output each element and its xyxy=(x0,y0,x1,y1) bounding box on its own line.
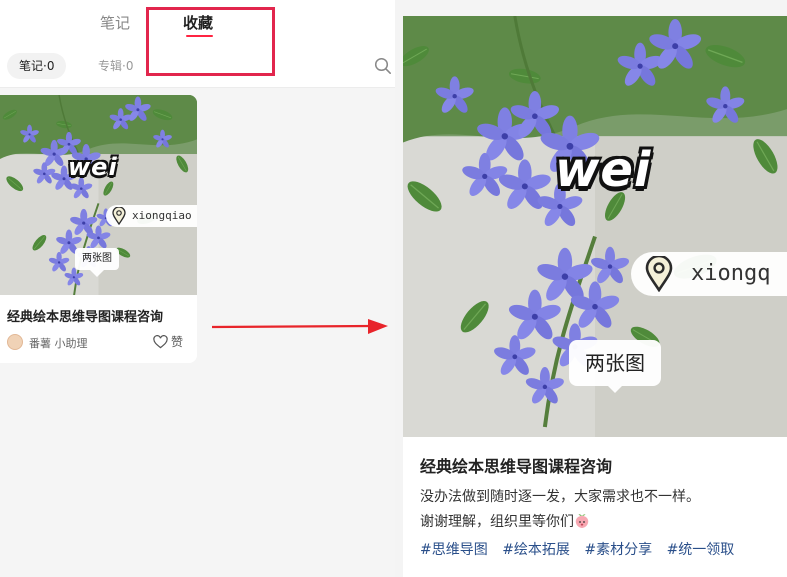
hashtag-list: #思维导图 #绘本拓展 #素材分享 #统一领取 xyxy=(420,539,787,559)
card-title[interactable]: 经典绘本思维导图课程咨询 xyxy=(7,306,163,325)
image-count-badge: 两张图 xyxy=(569,340,661,393)
like-button[interactable]: 赞 xyxy=(153,333,183,349)
avatar[interactable] xyxy=(7,334,23,350)
subtab-albums[interactable]: 专辑·0 xyxy=(98,53,133,79)
detail-title: 经典绘本思维导图课程咨询 xyxy=(420,457,613,476)
hashtag-link[interactable]: #统一领取 xyxy=(667,542,735,558)
heart-icon xyxy=(153,334,168,348)
description-line: 没办法做到随时逐一发，大家需求也不一样。 xyxy=(420,489,700,505)
like-label: 赞 xyxy=(171,335,184,349)
cover-overlay-text: wei xyxy=(68,153,118,181)
note-card[interactable]: wei xiongqiao 两张图 经典绘本思维导图课程咨询 番薯 小助理 赞 xyxy=(0,95,197,363)
hashtag-link[interactable]: #绘本拓展 xyxy=(502,542,570,558)
description-text: 谢谢理解，组织里等你们 xyxy=(420,514,574,530)
note-detail-preview: wei xiongq 两张图 经典绘本思维导图课程咨询 没办法做到随时逐一发，大… xyxy=(403,16,787,577)
arrow-right-icon xyxy=(212,319,388,334)
search-icon[interactable] xyxy=(374,57,392,75)
location-tag: xiongqiao xyxy=(106,205,197,227)
author-name[interactable]: 番薯 小助理 xyxy=(29,335,88,351)
card-cover-image[interactable]: wei xiongqiao 两张图 xyxy=(0,95,197,295)
detail-description: 没办法做到随时逐一发，大家需求也不一样。 谢谢理解，组织里等你们 xyxy=(420,485,782,535)
location-text: xiongqiao xyxy=(132,209,192,222)
cover-overlay-text: wei xyxy=(555,142,652,198)
peach-face-emoji xyxy=(575,514,589,528)
tab-notes[interactable]: 笔记 xyxy=(100,12,130,33)
detail-cover-image[interactable]: wei xiongq 两张图 xyxy=(403,16,787,437)
image-count-badge: 两张图 xyxy=(75,248,119,277)
subtab-notes[interactable]: 笔记·0 xyxy=(7,53,67,79)
collection-page: 笔记 收藏 笔记·0 专辑·0 wei xiongqiao 两张图 经典绘本思维… xyxy=(0,0,395,577)
location-text: xiongq xyxy=(691,261,771,286)
location-pin-icon xyxy=(645,256,673,292)
description-line: 谢谢理解，组织里等你们 xyxy=(420,510,782,535)
annotation-highlight-box xyxy=(146,7,275,76)
hashtag-link[interactable]: #素材分享 xyxy=(584,542,652,558)
location-tag: xiongq xyxy=(631,252,787,296)
hashtag-link[interactable]: #思维导图 xyxy=(420,542,488,558)
location-pin-icon xyxy=(112,207,126,225)
